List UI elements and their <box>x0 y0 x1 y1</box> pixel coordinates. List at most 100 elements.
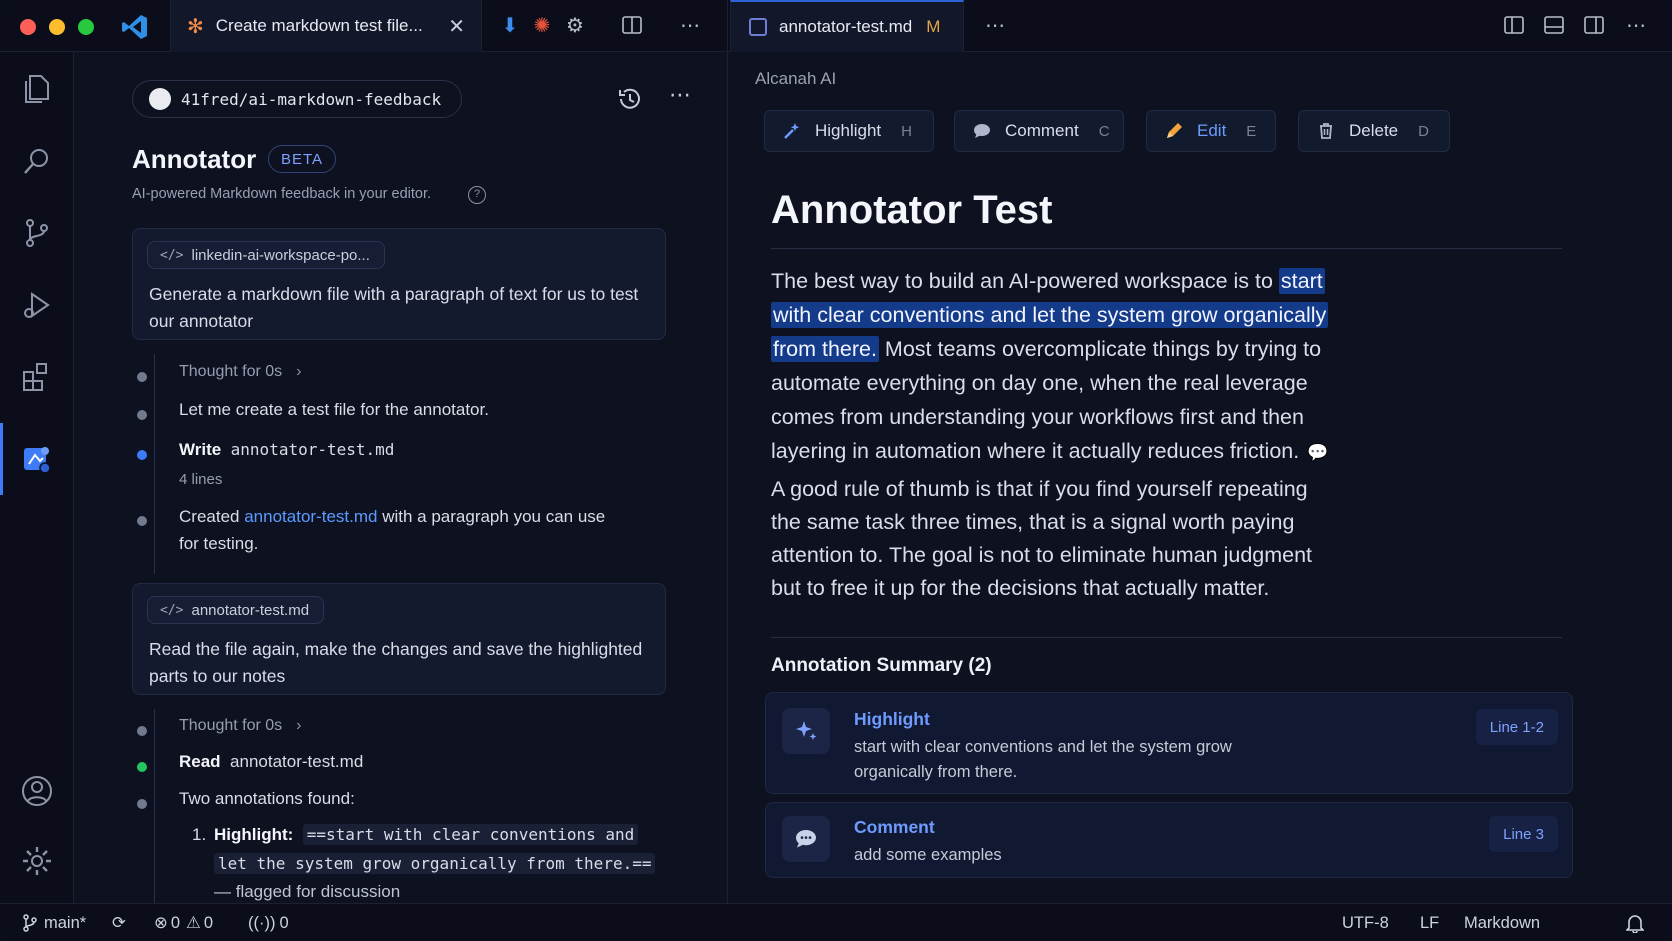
annotation-card[interactable]: Highlight start with clear conventions a… <box>765 692 1573 794</box>
summary-divider <box>771 637 1562 638</box>
run-debug-icon[interactable] <box>18 286 56 324</box>
comment-shortcut: C <box>1098 122 1110 140</box>
list-item-trail: — flagged for discussion <box>214 882 401 901</box>
created-suffix-2: for testing. <box>179 534 259 553</box>
toggle-secondary-sidebar-icon[interactable] <box>1582 14 1606 38</box>
explorer-icon[interactable] <box>18 70 56 108</box>
close-window-button[interactable] <box>20 19 36 35</box>
context-chip[interactable]: </> annotator-test.md <box>147 596 325 624</box>
thought-label: Thought for 0s <box>179 363 283 380</box>
highlighted-text[interactable]: with clear conventions and let the syste… <box>771 302 1329 328</box>
write-label: Write <box>179 440 222 459</box>
pencil-icon <box>1163 120 1185 142</box>
highlighted-text[interactable]: from there. <box>771 336 879 362</box>
vscode-window: ✻ Create markdown test file... ✕ ⬇ ✺ ⚙ ⋯… <box>0 0 1672 941</box>
thought-toggle[interactable]: Thought for 0s › <box>179 712 302 739</box>
edit-button[interactable]: Edit E <box>1146 110 1276 152</box>
annotation-card[interactable]: Comment add some examples Line 3 <box>765 802 1573 878</box>
markdown-editor: Alcanah AI Highlight H Comment C Edit E … <box>728 52 1672 903</box>
annotation-kind: Highlight <box>854 709 930 729</box>
tab-title: Create markdown test file... <box>215 16 423 35</box>
created-suffix: with a paragraph you can use <box>382 507 606 526</box>
message-text: Generate a markdown file with a paragrap… <box>149 284 639 331</box>
delete-label: Delete <box>1349 121 1399 140</box>
comment-icon <box>782 816 830 862</box>
read-step[interactable]: Read annotator-test.md <box>179 748 363 775</box>
step-dot <box>137 410 147 420</box>
user-message: </> linkedin-ai-workspace-po... Generate… <box>132 228 666 340</box>
settings-gear-icon[interactable] <box>18 842 56 880</box>
activity-bar <box>0 52 74 903</box>
search-icon[interactable] <box>18 142 56 180</box>
sync-icon[interactable]: ⟳ <box>112 904 126 941</box>
comment-button[interactable]: Comment C <box>954 110 1124 152</box>
step-dot-active <box>137 450 147 460</box>
thought-toggle[interactable]: Thought for 0s › <box>179 358 302 385</box>
paragraph-2[interactable]: A good rule of thumb is that if you find… <box>771 473 1331 605</box>
trash-icon <box>1315 120 1337 142</box>
panel-title: Annotator <box>132 144 257 174</box>
annotation-summary-title: Annotation Summary (2) <box>771 655 992 676</box>
burst-icon[interactable]: ✺ <box>530 14 554 38</box>
chevron-right-icon: › <box>296 363 302 380</box>
more-actions-icon[interactable]: ⋯ <box>678 14 702 38</box>
line-badge[interactable]: Line 1-2 <box>1475 709 1558 745</box>
breadcrumb[interactable]: Alcanah AI <box>755 69 836 89</box>
maximize-window-button[interactable] <box>78 19 94 35</box>
source-control-icon[interactable] <box>18 214 56 252</box>
created-step: Created annotator-test.md with a paragra… <box>179 503 659 557</box>
openai-icon[interactable]: ⚙ <box>563 14 587 38</box>
claude-spark-icon: ✻ <box>187 15 204 38</box>
code-icon: </> <box>160 247 184 263</box>
step-dot <box>137 372 147 382</box>
help-icon[interactable]: ? <box>468 186 486 204</box>
sidebar-more-icon[interactable]: ⋯ <box>669 82 692 108</box>
ports-indicator[interactable]: ((·)) 0 <box>248 904 289 941</box>
title-divider <box>771 248 1562 249</box>
more-tabs-icon[interactable]: ⋯ <box>983 14 1007 38</box>
tab-create-markdown[interactable]: ✻ Create markdown test file... ✕ <box>170 0 482 52</box>
sparkle-wand-icon <box>781 120 803 142</box>
bookmark-icon[interactable]: ⬇ <box>498 14 522 38</box>
comment-label: Comment <box>1005 121 1079 140</box>
step-dot-done <box>137 762 147 772</box>
line-badge[interactable]: Line 3 <box>1489 816 1558 852</box>
error-icon: ⊗ <box>154 914 168 932</box>
status-bar: main* ⟳ ⊗ 0 ⚠ 0 ((·)) 0 UTF-8 LF Markdown <box>0 903 1672 941</box>
created-file-link[interactable]: annotator-test.md <box>244 507 377 526</box>
highlighted-text[interactable]: start <box>1278 268 1325 294</box>
highlight-button[interactable]: Highlight H <box>764 110 934 152</box>
delete-shortcut: D <box>1418 122 1429 140</box>
window-more-icon[interactable]: ⋯ <box>1624 14 1648 38</box>
paragraph-1[interactable]: The best way to build an AI-powered work… <box>771 264 1331 470</box>
toggle-primary-sidebar-icon[interactable] <box>1502 14 1526 38</box>
modified-indicator: M <box>926 17 941 36</box>
write-lines: 4 lines <box>179 471 223 488</box>
write-file: annotator-test.md <box>230 440 395 459</box>
tab-annotator-test[interactable]: annotator-test.md M <box>730 0 964 52</box>
step-text: Two annotations found: <box>179 789 355 808</box>
delete-button[interactable]: Delete D <box>1298 110 1450 152</box>
edit-shortcut: E <box>1246 122 1257 140</box>
problems-indicator[interactable]: ⊗ 0 ⚠ 0 <box>154 904 213 941</box>
toggle-panel-icon[interactable] <box>1542 14 1566 38</box>
extensions-icon[interactable] <box>18 358 56 396</box>
annotator-extension-icon[interactable] <box>18 440 56 478</box>
eol-indicator[interactable]: LF <box>1420 904 1439 941</box>
accounts-icon[interactable] <box>18 772 56 810</box>
list-number: 1. <box>192 825 207 844</box>
split-panel-icon[interactable] <box>620 14 644 38</box>
highlight-shortcut: H <box>901 122 912 140</box>
notifications-bell-icon[interactable] <box>1626 904 1644 941</box>
branch-indicator[interactable]: main* <box>22 904 86 941</box>
write-step[interactable]: Write annotator-test.md <box>179 436 394 463</box>
language-indicator[interactable]: Markdown <box>1464 904 1540 941</box>
encoding-indicator[interactable]: UTF-8 <box>1342 904 1389 941</box>
history-icon[interactable] <box>617 86 643 117</box>
context-chip[interactable]: </> linkedin-ai-workspace-po... <box>147 241 385 269</box>
repo-selector[interactable]: 41fred/ai-markdown-feedback <box>132 80 463 118</box>
minimize-window-button[interactable] <box>49 19 65 35</box>
close-tab-icon[interactable]: ✕ <box>448 14 465 39</box>
comment-marker-icon[interactable]: 💬 <box>1307 436 1328 470</box>
vscode-logo-icon <box>122 15 147 39</box>
